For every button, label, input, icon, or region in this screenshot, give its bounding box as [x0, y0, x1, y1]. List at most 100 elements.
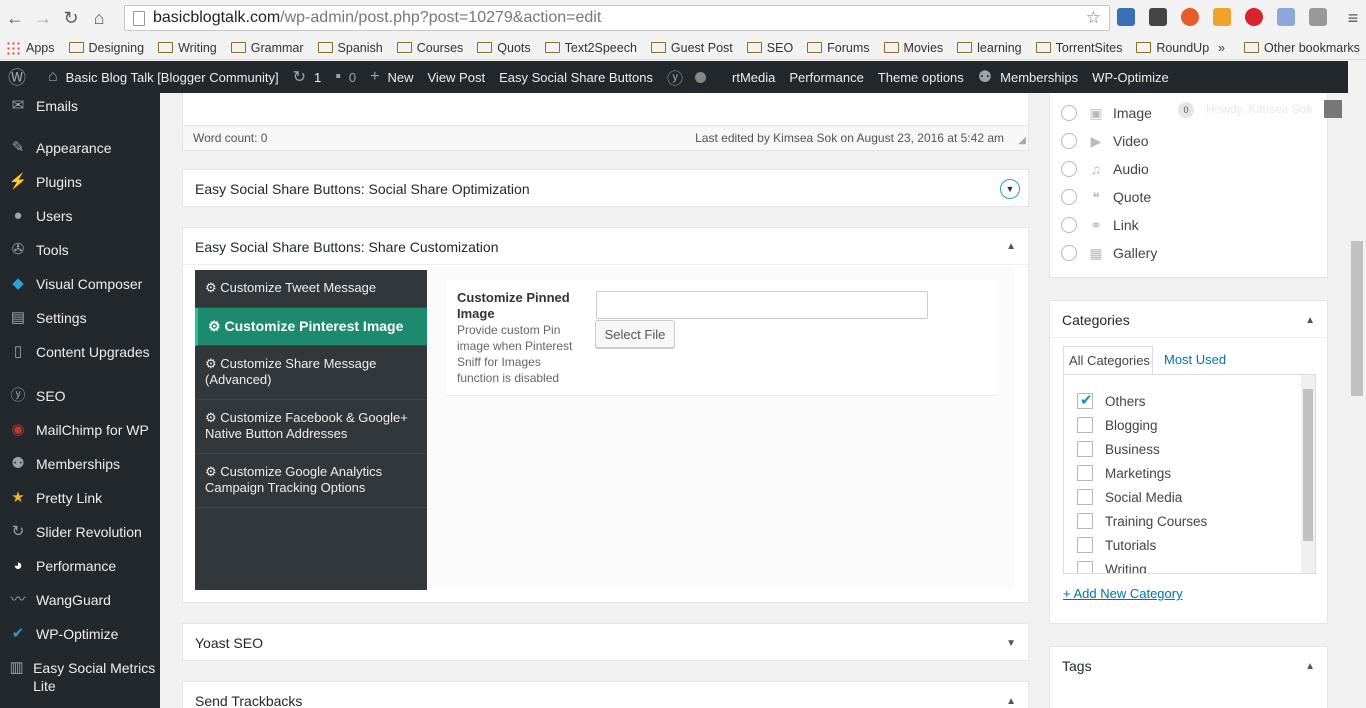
bookmark-folder[interactable]: SEO	[746, 41, 793, 55]
pinned-image-input[interactable]	[596, 291, 928, 319]
wordpress-logo-icon[interactable]: Ⓦ	[8, 64, 34, 90]
bookmark-folder[interactable]: Forums	[807, 41, 870, 55]
sidebar-item-easy-social-metrics[interactable]: ▥ Easy Social Metrics Lite	[0, 659, 160, 699]
howdy-text[interactable]: Howdy, Kimsea Sok	[1206, 102, 1312, 116]
extension-icon[interactable]	[1181, 8, 1199, 26]
bookmark-folder[interactable]: Writing	[158, 41, 217, 55]
new-content-link[interactable]: + New	[370, 68, 413, 86]
add-new-category-link[interactable]: + Add New Category	[1063, 586, 1183, 601]
tab-customize-tweet[interactable]: ⚙ Customize Tweet Message	[195, 270, 427, 308]
page-scrollbar[interactable]	[1348, 61, 1366, 708]
sidebar-item-wangguard[interactable]: 〰 WangGuard	[0, 591, 160, 625]
sidebar-item-plugins[interactable]: ⚡ Plugins	[0, 173, 160, 207]
radio[interactable]	[1061, 189, 1077, 205]
category-blogging[interactable]: Blogging	[1077, 413, 1207, 437]
format-option-audio[interactable]: ♫ Audio	[1061, 155, 1157, 183]
sidebar-item-visual-composer[interactable]: ◆ Visual Composer	[0, 275, 160, 309]
sidebar-item-seo[interactable]: ⓨ SEO	[0, 387, 160, 421]
theme-options-link[interactable]: Theme options	[878, 70, 964, 85]
select-file-button[interactable]: Select File	[595, 320, 675, 348]
category-marketings[interactable]: Marketings	[1077, 461, 1207, 485]
format-option-quote[interactable]: ❝ Quote	[1061, 183, 1157, 211]
more-bookmarks-button[interactable]: »	[1218, 41, 1225, 55]
radio[interactable]	[1061, 217, 1077, 233]
format-option-link[interactable]: ⚭ Link	[1061, 211, 1157, 239]
sidebar-item-mailchimp[interactable]: ◉ MailChimp for WP	[0, 421, 160, 455]
bookmark-star-icon[interactable]: ☆	[1086, 8, 1101, 28]
sidebar-item-tools[interactable]: ✇ Tools	[0, 241, 160, 275]
sidebar-item-content-upgrades[interactable]: ▯ Content Upgrades	[0, 343, 160, 387]
checkbox-checked[interactable]: ✔	[1077, 392, 1093, 409]
checkbox[interactable]	[1077, 561, 1093, 573]
category-social-media[interactable]: Social Media	[1077, 485, 1207, 509]
extension-icon[interactable]	[1213, 8, 1231, 26]
resize-handle-icon[interactable]: ◢	[1018, 135, 1026, 146]
category-training-courses[interactable]: Training Courses	[1077, 509, 1207, 533]
sidebar-item-emails[interactable]: ✉ Emails	[0, 97, 160, 139]
wpoptimize-link[interactable]: WP-Optimize	[1092, 70, 1169, 85]
checkbox[interactable]	[1077, 489, 1093, 505]
tab-customize-pinterest[interactable]: ⚙ Customize Pinterest Image	[195, 308, 427, 346]
checkbox[interactable]	[1077, 417, 1093, 433]
bookmark-folder[interactable]: Grammar	[230, 41, 304, 55]
send-trackbacks-box[interactable]: Send Trackbacks ▲	[182, 681, 1029, 708]
tab-most-used[interactable]: Most Used	[1164, 352, 1226, 367]
reload-icon[interactable]: ↻	[58, 5, 84, 31]
tab-customize-facebook-google[interactable]: ⚙ Customize Facebook & Google+ Native Bu…	[195, 400, 427, 454]
bookmark-apps[interactable]: Apps	[0, 40, 55, 55]
tab-customize-share-message[interactable]: ⚙ Customize Share Message (Advanced)	[195, 346, 427, 400]
ssb-optimization-box[interactable]: Easy Social Share Buttons: Social Share …	[182, 169, 1029, 207]
opera-icon[interactable]	[1245, 8, 1263, 26]
sidebar-item-appearance[interactable]: ✎ Appearance	[0, 139, 160, 173]
bookmark-folder[interactable]: Spanish	[317, 41, 383, 55]
checkbox[interactable]	[1077, 465, 1093, 481]
sidebar-item-settings[interactable]: ▤ Settings	[0, 309, 160, 343]
bookmark-folder[interactable]: Courses	[396, 41, 463, 55]
toggle-up-icon[interactable]: ▲	[1305, 661, 1315, 672]
memberships-link[interactable]: ⚉ Memberships	[978, 67, 1078, 87]
bookmark-folder[interactable]: TorrentSites	[1035, 41, 1122, 55]
rtmedia-link[interactable]: rtMedia	[732, 70, 775, 85]
category-others[interactable]: ✔ Others	[1077, 389, 1207, 413]
radio[interactable]	[1061, 161, 1077, 177]
bookmark-folder[interactable]: Designing	[68, 41, 144, 55]
bookmark-folder[interactable]: learning	[957, 41, 1022, 55]
toggle-up-icon[interactable]: ▲	[1006, 696, 1016, 707]
category-writing[interactable]: Writing	[1077, 557, 1207, 573]
performance-link[interactable]: Performance	[789, 70, 863, 85]
box-header[interactable]: Categories ▲	[1050, 301, 1327, 338]
site-name-link[interactable]: ⌂ Basic Blog Talk [Blogger Community]	[48, 68, 279, 86]
updates-link[interactable]: ↻ 1	[293, 67, 322, 87]
sidebar-item-pretty-link[interactable]: ★ Pretty Link	[0, 489, 160, 523]
toggle-down-icon[interactable]: ▼	[1006, 638, 1016, 649]
sidebar-item-users[interactable]: ● Users	[0, 207, 160, 241]
radio[interactable]	[1061, 105, 1077, 121]
categories-scrollbar[interactable]	[1301, 375, 1315, 573]
checkbox[interactable]	[1077, 537, 1093, 553]
box-header[interactable]: Tags ▲	[1050, 647, 1327, 684]
toggle-up-icon[interactable]: ▲	[1006, 241, 1016, 252]
scrollbar-thumb[interactable]	[1303, 389, 1313, 541]
address-bar[interactable]: basicblogtalk.com/wp-admin/post.php?post…	[124, 5, 1110, 31]
home-icon[interactable]: ⌂	[86, 5, 112, 31]
tab-customize-analytics[interactable]: ⚙ Customize Google Analytics Campaign Tr…	[195, 454, 427, 508]
bookmark-folder[interactable]: Text2Speech	[544, 41, 637, 55]
bookmark-folder[interactable]: Quots	[477, 41, 531, 55]
essb-link[interactable]: Easy Social Share Buttons	[499, 70, 653, 85]
forward-icon[interactable]: →	[30, 5, 56, 31]
scrollbar-thumb[interactable]	[1351, 241, 1363, 396]
format-option-gallery[interactable]: ▦ Gallery	[1061, 239, 1157, 267]
box-header[interactable]: Easy Social Share Buttons: Share Customi…	[183, 228, 1028, 265]
category-business[interactable]: Business	[1077, 437, 1207, 461]
extension-icon[interactable]	[1117, 8, 1135, 26]
bookmark-folder[interactable]: Movies	[883, 41, 943, 55]
other-bookmarks[interactable]: Other bookmarks	[1244, 41, 1360, 55]
format-option-video[interactable]: ▶ Video	[1061, 127, 1157, 155]
extension-icon[interactable]	[1277, 8, 1295, 26]
sidebar-item-performance[interactable]: ◕ Performance	[0, 557, 160, 591]
yoast-seo-box[interactable]: Yoast SEO ▼	[182, 623, 1029, 661]
sidebar-item-wp-optimize[interactable]: ✔ WP-Optimize	[0, 625, 160, 659]
camera-icon[interactable]	[1309, 8, 1327, 26]
tab-all-categories[interactable]: All Categories	[1063, 346, 1153, 375]
comments-link[interactable]: ▪ 0	[335, 68, 356, 86]
